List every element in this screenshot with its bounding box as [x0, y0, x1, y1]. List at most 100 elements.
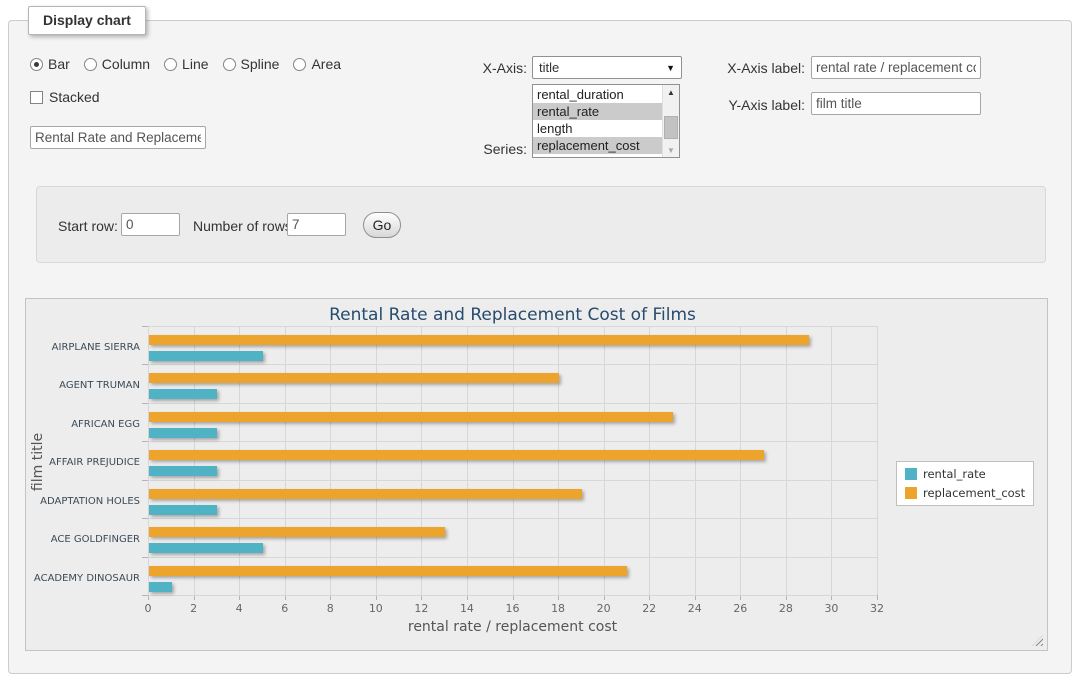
gridline: [695, 326, 696, 595]
bar-replacement_cost: [149, 412, 673, 422]
series-option-replacement_cost[interactable]: replacement_cost: [533, 137, 662, 154]
series-listbox[interactable]: rental_durationrental_ratelengthreplacem…: [532, 84, 680, 158]
x-tick-label: 30: [811, 602, 851, 615]
x-axis-selected-value: title: [539, 60, 666, 75]
radio-icon[interactable]: [293, 58, 306, 71]
y-axis-label-label: Y-Axis label:: [705, 97, 805, 113]
gridline: [148, 557, 877, 558]
x-tick-label: 32: [857, 602, 897, 615]
x-tick-label: 16: [493, 602, 533, 615]
radio-icon[interactable]: [84, 58, 97, 71]
go-button[interactable]: Go: [363, 212, 401, 238]
legend-item-replacement_cost[interactable]: replacement_cost: [905, 486, 1025, 500]
gridline: [148, 441, 877, 442]
x-tick-label: 10: [356, 602, 396, 615]
stacked-checkbox[interactable]: [30, 91, 43, 104]
gridline: [831, 326, 832, 595]
x-axis-label-input[interactable]: [811, 56, 981, 79]
panel-title: Display chart: [28, 6, 146, 35]
row-controls-panel: Start row: Number of rows: Go: [36, 186, 1046, 263]
y-tick: [142, 441, 148, 442]
legend-swatch: [905, 487, 917, 499]
scrollbar-thumb[interactable]: [664, 116, 678, 139]
y-tick: [142, 557, 148, 558]
category-label: ACADEMY DINOSAUR: [26, 573, 140, 584]
chart-root: Rental Rate and Replacement Cost of Film…: [26, 299, 1047, 650]
chart-type-option-spline[interactable]: Spline: [223, 56, 280, 72]
radio-icon[interactable]: [164, 58, 177, 71]
chart-type-option-bar[interactable]: Bar: [30, 56, 70, 72]
series-option-rental_rate[interactable]: rental_rate: [533, 103, 662, 120]
radio-icon[interactable]: [223, 58, 236, 71]
series-option-length[interactable]: length: [533, 120, 662, 137]
x-tick-label: 6: [265, 602, 305, 615]
gridline: [148, 595, 877, 596]
scroll-up-icon[interactable]: ▲: [663, 85, 679, 99]
radio-label: Area: [311, 56, 341, 72]
legend-item-rental_rate[interactable]: rental_rate: [905, 467, 1025, 481]
x-axis-select[interactable]: title ▼: [532, 56, 682, 79]
series-option-rental_duration[interactable]: rental_duration: [533, 86, 662, 103]
gridline: [604, 326, 605, 595]
y-tick: [142, 326, 148, 327]
x-axis-title: rental rate / replacement cost: [148, 619, 877, 635]
gridline: [330, 326, 331, 595]
chevron-down-icon: ▼: [666, 63, 675, 73]
number-of-rows-input[interactable]: [287, 213, 346, 236]
start-row-input[interactable]: [121, 213, 180, 236]
gridline: [740, 326, 741, 595]
bar-replacement_cost: [149, 335, 809, 345]
gridline: [148, 480, 877, 481]
bar-replacement_cost: [149, 566, 627, 576]
gridline: [877, 326, 878, 595]
chart-legend: rental_rate replacement_cost: [896, 461, 1034, 506]
x-tick-label: 14: [447, 602, 487, 615]
bar-rental_rate: [149, 351, 263, 361]
x-tick-label: 8: [310, 602, 350, 615]
bar-rental_rate: [149, 466, 217, 476]
radio-label: Column: [102, 56, 150, 72]
gridline: [239, 326, 240, 595]
gridline: [376, 326, 377, 595]
gridline: [285, 326, 286, 595]
bar-replacement_cost: [149, 527, 445, 537]
legend-label: rental_rate: [923, 467, 986, 481]
bar-replacement_cost: [149, 450, 764, 460]
number-of-rows-label: Number of rows:: [193, 218, 296, 234]
y-tick: [142, 518, 148, 519]
radio-label: Line: [182, 56, 208, 72]
gridline: [513, 326, 514, 595]
legend-swatch: [905, 468, 917, 480]
chart-type-option-area[interactable]: Area: [293, 56, 341, 72]
x-axis-select-label: X-Axis:: [432, 60, 527, 76]
bar-rental_rate: [149, 428, 217, 438]
bar-rental_rate: [149, 389, 217, 399]
chart-type-radio-group: Bar Column Line Spline Area: [30, 56, 341, 72]
x-axis-label-label: X-Axis label:: [705, 60, 805, 76]
x-tick-label: 20: [584, 602, 624, 615]
radio-label: Spline: [241, 56, 280, 72]
chart-title-input[interactable]: [30, 126, 206, 149]
scroll-down-icon[interactable]: ▼: [663, 143, 679, 157]
x-tick-label: 24: [675, 602, 715, 615]
chart-type-option-column[interactable]: Column: [84, 56, 150, 72]
stacked-option[interactable]: Stacked: [30, 89, 100, 105]
x-tick: [877, 595, 878, 600]
start-row-label: Start row:: [58, 218, 118, 234]
y-tick: [142, 595, 148, 596]
gridline: [421, 326, 422, 595]
y-tick: [142, 403, 148, 404]
gridline: [148, 364, 877, 365]
chart-type-option-line[interactable]: Line: [164, 56, 208, 72]
gridline: [194, 326, 195, 595]
bar-replacement_cost: [149, 489, 582, 499]
chart-panel: Rental Rate and Replacement Cost of Film…: [25, 298, 1048, 651]
y-axis-label-input[interactable]: [811, 92, 981, 115]
chart-title: Rental Rate and Replacement Cost of Film…: [148, 305, 877, 325]
x-tick-label: 0: [128, 602, 168, 615]
gridline: [786, 326, 787, 595]
radio-icon[interactable]: [30, 58, 43, 71]
x-tick-label: 2: [174, 602, 214, 615]
x-tick-label: 26: [720, 602, 760, 615]
listbox-scrollbar[interactable]: ▲ ▼: [662, 85, 679, 157]
